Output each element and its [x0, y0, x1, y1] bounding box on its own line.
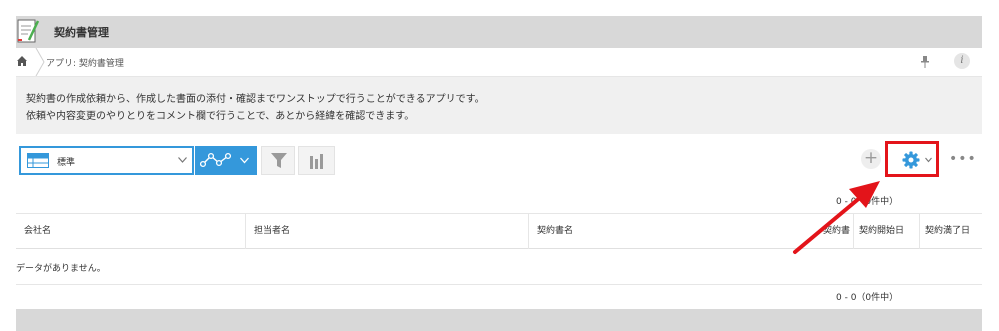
- info-icon[interactable]: i: [954, 53, 970, 69]
- filter-icon: [271, 153, 287, 168]
- breadcrumb: アプリ: 契約書管理 i: [16, 48, 982, 77]
- empty-message: データがありません。: [16, 264, 106, 274]
- records-table: 会社名 担当者名 契約書名 契約書 契約開始日 契約満了日 データがありません。: [16, 213, 982, 286]
- app-list-page: 契約書管理 アプリ: 契約書管理 i 契約書の作成依頼から、作成した書面の添付・…: [0, 0, 999, 331]
- description-line-1: 契約書の作成依頼から、作成した書面の添付・確認までワンストップで行うことができる…: [26, 94, 485, 105]
- table-row: データがありません。: [16, 249, 982, 285]
- app-description: 契約書の作成依頼から、作成した書面の添付・確認までワンストップで行うことができる…: [16, 77, 982, 134]
- app-title: 契約書管理: [54, 26, 109, 39]
- column-header-contact[interactable]: 担当者名: [246, 214, 529, 249]
- gear-icon: [902, 151, 920, 169]
- view-select[interactable]: 標準: [19, 146, 194, 175]
- column-header-end-date[interactable]: 契約満了日: [920, 214, 982, 249]
- footer-band: [16, 309, 982, 331]
- view-select-label: 標準: [57, 158, 76, 168]
- filter-button[interactable]: [261, 146, 295, 175]
- column-header-company[interactable]: 会社名: [16, 214, 246, 249]
- app-header: 契約書管理: [16, 16, 982, 48]
- contract-app-icon: [17, 19, 40, 43]
- home-icon[interactable]: [16, 55, 28, 67]
- description-line-2: 依頼や内容変更のやりとりをコメント欄で行うことで、あとから経緯を確認できます。: [26, 111, 415, 122]
- graph-menu-button[interactable]: [195, 146, 257, 175]
- column-header-contract-name[interactable]: 契約書名: [529, 214, 816, 249]
- app-settings-button[interactable]: [885, 141, 939, 177]
- more-options-button[interactable]: •••: [949, 150, 976, 168]
- pager-bottom: 0 - 0（0件中）: [836, 293, 899, 303]
- table-header: 会社名 担当者名 契約書名 契約書 契約開始日 契約満了日: [16, 213, 982, 249]
- breadcrumb-app-link[interactable]: アプリ: 契約書管理: [46, 56, 124, 69]
- column-header-contract[interactable]: 契約書: [806, 214, 854, 249]
- bar-chart-icon: [310, 154, 323, 169]
- breadcrumb-separator-icon: [35, 48, 45, 76]
- chart-button[interactable]: [298, 146, 335, 175]
- chevron-down-icon: [925, 157, 932, 163]
- add-record-button[interactable]: +: [861, 149, 881, 169]
- graph-icon: [200, 152, 232, 168]
- pager-top: 0 - 0（0件中）: [836, 197, 899, 207]
- chevron-down-icon: [178, 157, 187, 163]
- column-header-start-date[interactable]: 契約開始日: [854, 214, 920, 249]
- table-view-icon: [27, 153, 49, 168]
- pin-icon[interactable]: [920, 56, 930, 68]
- chevron-down-icon: [240, 157, 249, 164]
